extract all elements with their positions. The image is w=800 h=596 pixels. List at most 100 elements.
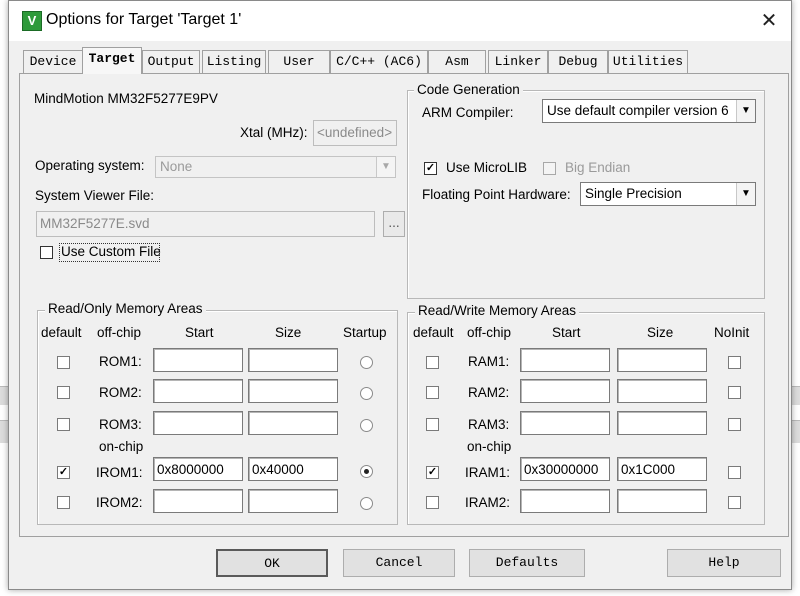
- big-endian-checkbox[interactable]: [543, 162, 556, 175]
- iram1-label: IRAM1:: [465, 465, 511, 480]
- xtal-field[interactable]: <undefined>: [313, 120, 397, 146]
- ram3-label: RAM3:: [468, 417, 510, 432]
- rom1-label: ROM1:: [99, 354, 142, 369]
- arm-compiler-select[interactable]: Use default compiler version 6 ▼: [542, 99, 756, 123]
- arm-compiler-value: Use default compiler version 6: [547, 103, 729, 118]
- ram2-noinit-checkbox[interactable]: [728, 386, 741, 399]
- ram1-label: RAM1:: [468, 354, 510, 369]
- tab-output[interactable]: Output: [142, 50, 200, 73]
- ram3-size-field[interactable]: [617, 411, 707, 435]
- cancel-button[interactable]: Cancel: [343, 549, 455, 577]
- rom2-default-checkbox[interactable]: [57, 386, 70, 399]
- ram2-start-field[interactable]: [520, 379, 610, 403]
- arm-compiler-label: ARM Compiler:: [422, 105, 514, 120]
- ram1-start-field[interactable]: [520, 348, 610, 372]
- chevron-down-icon: ▼: [376, 157, 395, 177]
- defaults-button[interactable]: Defaults: [469, 549, 585, 577]
- fph-select[interactable]: Single Precision ▼: [580, 182, 756, 206]
- ram2-default-checkbox[interactable]: [426, 386, 439, 399]
- iram2-default-checkbox[interactable]: [426, 496, 439, 509]
- rom2-startup-radio[interactable]: [360, 387, 373, 400]
- use-custom-file-checkbox[interactable]: [40, 246, 53, 259]
- tab-debug[interactable]: Debug: [548, 50, 608, 73]
- tab-listing[interactable]: Listing: [202, 50, 266, 73]
- code-generation-title: Code Generation: [414, 82, 523, 97]
- fph-label: Floating Point Hardware:: [422, 187, 571, 202]
- iram1-default-checkbox[interactable]: ✓: [426, 466, 439, 479]
- rom1-startup-radio[interactable]: [360, 356, 373, 369]
- rw-header-noinit: NoInit: [714, 325, 750, 340]
- iram1-size-field[interactable]: 0x1C000: [617, 457, 707, 481]
- ram2-label: RAM2:: [468, 385, 510, 400]
- tab-linker[interactable]: Linker: [488, 50, 548, 73]
- irom1-startup-radio[interactable]: [360, 465, 373, 478]
- irom2-label: IROM2:: [96, 495, 143, 510]
- iram1-start-field[interactable]: 0x30000000: [520, 457, 610, 481]
- iram2-size-field[interactable]: [617, 489, 707, 513]
- ro-header-offchip: off-chip: [97, 325, 142, 340]
- rom2-size-field[interactable]: [248, 379, 338, 403]
- tab-user[interactable]: User: [268, 50, 330, 73]
- chevron-down-icon: ▼: [736, 183, 755, 205]
- tab-target[interactable]: Target: [82, 47, 142, 74]
- iram1-noinit-checkbox[interactable]: [728, 466, 741, 479]
- dialog-title: Options for Target 'Target 1': [46, 11, 242, 28]
- os-select[interactable]: None ▼: [155, 156, 396, 178]
- ram1-size-field[interactable]: [617, 348, 707, 372]
- ram3-start-field[interactable]: [520, 411, 610, 435]
- tab-asm[interactable]: Asm: [428, 50, 486, 73]
- ram1-noinit-checkbox[interactable]: [728, 356, 741, 369]
- close-icon[interactable]: ✕: [757, 9, 781, 33]
- use-custom-file-label: Use Custom File: [61, 244, 161, 259]
- ram1-default-checkbox[interactable]: [426, 356, 439, 369]
- irom1-size-field[interactable]: 0x40000: [248, 457, 338, 481]
- xtal-label: Xtal (MHz):: [240, 125, 308, 140]
- os-label: Operating system:: [35, 158, 145, 173]
- irom2-start-field[interactable]: [153, 489, 243, 513]
- ro-header-default: default: [41, 325, 82, 340]
- rw-header-default: default: [413, 325, 454, 340]
- rom2-label: ROM2:: [99, 385, 142, 400]
- irom2-startup-radio[interactable]: [360, 497, 373, 510]
- ram2-size-field[interactable]: [617, 379, 707, 403]
- ro-onchip-label: on-chip: [99, 439, 144, 454]
- tab-device[interactable]: Device: [23, 50, 83, 73]
- svd-file-field[interactable]: MM32F5277E.svd: [36, 211, 375, 237]
- ram3-default-checkbox[interactable]: [426, 418, 439, 431]
- irom1-start-field[interactable]: 0x8000000: [153, 457, 243, 481]
- iram2-label: IRAM2:: [465, 495, 511, 510]
- irom2-default-checkbox[interactable]: [57, 496, 70, 509]
- rom1-size-field[interactable]: [248, 348, 338, 372]
- use-microlib-label: Use MicroLIB: [446, 160, 528, 175]
- help-button[interactable]: Help: [667, 549, 781, 577]
- irom2-size-field[interactable]: [248, 489, 338, 513]
- rom1-default-checkbox[interactable]: [57, 356, 70, 369]
- os-value: None: [160, 159, 193, 174]
- ro-header-size: Size: [275, 325, 302, 340]
- rom3-size-field[interactable]: [248, 411, 338, 435]
- use-microlib-checkbox[interactable]: ✓: [424, 162, 437, 175]
- ro-header-start: Start: [185, 325, 214, 340]
- rom2-start-field[interactable]: [153, 379, 243, 403]
- rom3-startup-radio[interactable]: [360, 419, 373, 432]
- ok-button[interactable]: OK: [216, 549, 328, 577]
- iram2-start-field[interactable]: [520, 489, 610, 513]
- ro-memory-title: Read/Only Memory Areas: [45, 301, 206, 316]
- device-name: MindMotion MM32F5277E9PV: [34, 91, 218, 106]
- tab-utilities[interactable]: Utilities: [608, 50, 688, 73]
- rw-onchip-label: on-chip: [467, 439, 512, 454]
- tab-c-cpp[interactable]: C/C++ (AC6): [330, 50, 428, 73]
- browse-button[interactable]: ...: [383, 211, 405, 237]
- title-bar: V Options for Target 'Target 1' ✕: [9, 1, 791, 41]
- irom1-default-checkbox[interactable]: ✓: [57, 466, 70, 479]
- rom3-start-field[interactable]: [153, 411, 243, 435]
- rom3-default-checkbox[interactable]: [57, 418, 70, 431]
- iram2-noinit-checkbox[interactable]: [728, 496, 741, 509]
- rom1-start-field[interactable]: [153, 348, 243, 372]
- rw-memory-title: Read/Write Memory Areas: [415, 303, 580, 318]
- keil-uvision-icon: V: [22, 11, 42, 31]
- ram3-noinit-checkbox[interactable]: [728, 418, 741, 431]
- big-endian-label: Big Endian: [565, 160, 631, 175]
- rw-header-size: Size: [647, 325, 674, 340]
- radio-selected-dot: [364, 469, 369, 474]
